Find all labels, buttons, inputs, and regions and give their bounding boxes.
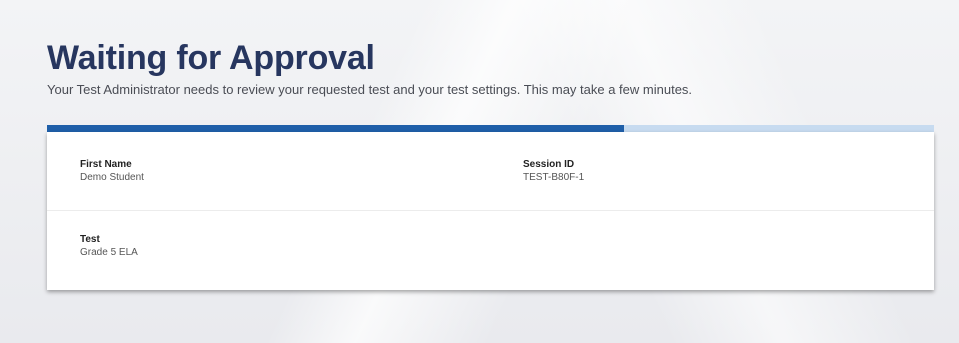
approval-page: Waiting for Approval Your Test Administr…: [0, 0, 959, 343]
page-title: Waiting for Approval: [47, 39, 375, 77]
session-id-value: TEST-B80F-1: [523, 172, 585, 183]
first-name-field: First Name Demo Student: [80, 158, 144, 185]
session-id-field: Session ID TEST-B80F-1: [523, 158, 584, 185]
progress-bar-fill: [47, 125, 624, 132]
details-row-test: Test Grade 5 ELA: [47, 210, 934, 288]
test-label: Test: [80, 234, 100, 245]
test-field: Test Grade 5 ELA: [80, 233, 138, 260]
first-name-value: Demo Student: [80, 172, 144, 183]
session-id-label: Session ID: [523, 159, 575, 170]
approval-progress-bar: [47, 125, 934, 132]
page-subtitle: Your Test Administrator needs to review …: [47, 82, 693, 97]
details-row-student: First Name Demo Student Session ID TEST-…: [47, 132, 934, 210]
first-name-label: First Name: [80, 159, 132, 170]
test-details-card: First Name Demo Student Session ID TEST-…: [47, 132, 934, 290]
test-value: Grade 5 ELA: [80, 247, 138, 258]
